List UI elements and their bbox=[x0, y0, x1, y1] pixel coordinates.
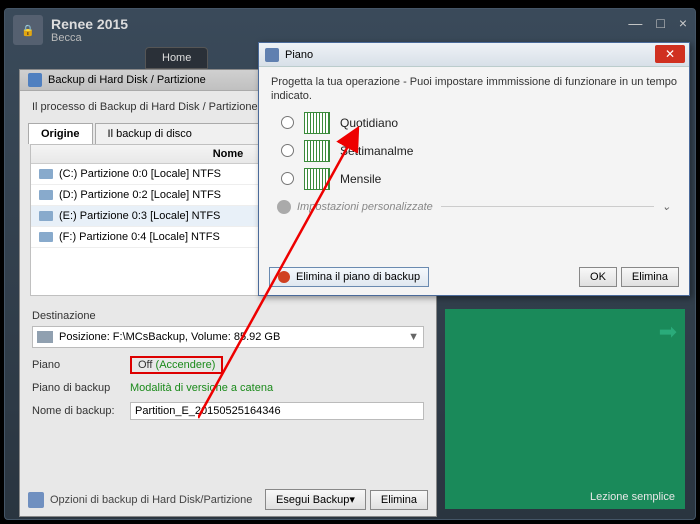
calendar-weekly-icon bbox=[304, 140, 330, 162]
schedule-option-weekly[interactable]: Settimanalme bbox=[281, 140, 677, 162]
piano-off-text: Off bbox=[138, 359, 152, 371]
drive-icon bbox=[39, 211, 53, 221]
calendar-monthly-icon bbox=[304, 168, 330, 190]
custom-settings-row[interactable]: Impostazioni personalizzate ⌄ bbox=[277, 200, 671, 214]
nome-label: Nome di backup: bbox=[32, 405, 122, 417]
piano-toggle[interactable]: Off (Accendere) bbox=[130, 356, 223, 374]
app-logo-icon: 🔒 bbox=[13, 15, 43, 45]
piano-backup-label: Piano di backup bbox=[32, 382, 122, 394]
dialog-body: Progetta la tua operazione - Puoi impost… bbox=[259, 67, 689, 222]
delete-icon bbox=[278, 271, 290, 283]
chevron-down-icon: ▼ bbox=[408, 331, 419, 343]
backup-options-link[interactable]: Opzioni di backup di Hard Disk/Partizion… bbox=[28, 492, 261, 508]
dialog-button-row: Elimina il piano di backup OK Elimina bbox=[269, 267, 679, 287]
list-item-label: (E:) Partizione 0:3 [Locale] NTFS bbox=[59, 210, 220, 222]
divider bbox=[441, 206, 654, 207]
piano-icon bbox=[265, 48, 279, 62]
piano-accendere-link: (Accendere) bbox=[156, 359, 216, 371]
ok-button[interactable]: OK bbox=[579, 267, 617, 287]
nome-row: Nome di backup: bbox=[32, 402, 424, 420]
dialog-description: Progetta la tua operazione - Puoi impost… bbox=[271, 75, 677, 104]
tab-origine[interactable]: Origine bbox=[28, 123, 93, 144]
elimina-dialog-button[interactable]: Elimina bbox=[621, 267, 679, 287]
option-label-monthly: Mensile bbox=[340, 172, 381, 186]
chevron-down-icon[interactable]: ⌄ bbox=[662, 200, 671, 213]
wrench-icon bbox=[277, 200, 291, 214]
app-title: Renee 2015 bbox=[51, 16, 128, 32]
calendar-daily-icon bbox=[304, 112, 330, 134]
radio-daily[interactable] bbox=[281, 116, 294, 129]
arrow-right-icon: ➡ bbox=[659, 319, 677, 345]
drive-icon bbox=[37, 331, 53, 343]
piano-row: Piano Off (Accendere) bbox=[32, 356, 424, 374]
dialog-close-button[interactable]: ✕ bbox=[655, 45, 685, 63]
option-label-weekly: Settimanalme bbox=[340, 144, 413, 158]
radio-weekly[interactable] bbox=[281, 144, 294, 157]
piano-label: Piano bbox=[32, 359, 122, 371]
backup-name-input[interactable] bbox=[130, 402, 424, 420]
app-title-block: Renee 2015 Becca bbox=[51, 16, 128, 44]
delete-plan-label: Elimina il piano di backup bbox=[296, 271, 420, 283]
list-item-label: (C:) Partizione 0:0 [Locale] NTFS bbox=[59, 168, 221, 180]
elimina-button[interactable]: Elimina bbox=[370, 490, 428, 510]
scheme-panel: ➡ Lezione semplice bbox=[445, 309, 685, 509]
tab-home[interactable]: Home bbox=[145, 47, 208, 69]
piano-dialog: Piano ✕ Progetta la tua operazione - Puo… bbox=[258, 42, 690, 296]
window-controls: — □ × bbox=[628, 15, 687, 31]
disk-icon bbox=[28, 73, 42, 87]
destination-selector[interactable]: Posizione: F:\MCsBackup, Volume: 85.92 G… bbox=[32, 326, 424, 348]
panel-title-text: Backup di Hard Disk / Partizione bbox=[48, 74, 206, 86]
dialog-titlebar: Piano ✕ bbox=[259, 43, 689, 67]
dialog-title-text: Piano bbox=[285, 49, 313, 61]
list-item-label: (F:) Partizione 0:4 [Locale] NTFS bbox=[59, 231, 220, 243]
schedule-option-monthly[interactable]: Mensile bbox=[281, 168, 677, 190]
options-icon bbox=[28, 492, 44, 508]
radio-monthly[interactable] bbox=[281, 172, 294, 185]
delete-plan-button[interactable]: Elimina il piano di backup bbox=[269, 267, 429, 287]
schedule-option-daily[interactable]: Quotidiano bbox=[281, 112, 677, 134]
list-item-label: (D:) Partizione 0:2 [Locale] NTFS bbox=[59, 189, 221, 201]
options-text: Opzioni di backup di Hard Disk/Partizion… bbox=[50, 494, 252, 506]
minimize-button[interactable]: — bbox=[628, 15, 642, 31]
destination-label: Destinazione bbox=[32, 310, 424, 322]
option-label-daily: Quotidiano bbox=[340, 116, 398, 130]
app-subtitle: Becca bbox=[51, 32, 128, 44]
drive-icon bbox=[39, 169, 53, 179]
drive-icon bbox=[39, 190, 53, 200]
drive-icon bbox=[39, 232, 53, 242]
destination-value: Posizione: F:\MCsBackup, Volume: 85.92 G… bbox=[59, 331, 280, 343]
run-backup-button[interactable]: Esegui Backup▾ bbox=[265, 489, 366, 510]
lesson-link[interactable]: Lezione semplice bbox=[590, 491, 675, 503]
close-button[interactable]: × bbox=[679, 15, 687, 31]
maximize-button[interactable]: □ bbox=[656, 15, 664, 31]
bottom-bar: Opzioni di backup di Hard Disk/Partizion… bbox=[28, 489, 428, 510]
piano-backup-row: Piano di backup Modalità di versione a c… bbox=[32, 382, 424, 394]
custom-settings-label: Impostazioni personalizzate bbox=[297, 201, 433, 213]
modalita-link[interactable]: Modalità di versione a catena bbox=[130, 382, 273, 394]
